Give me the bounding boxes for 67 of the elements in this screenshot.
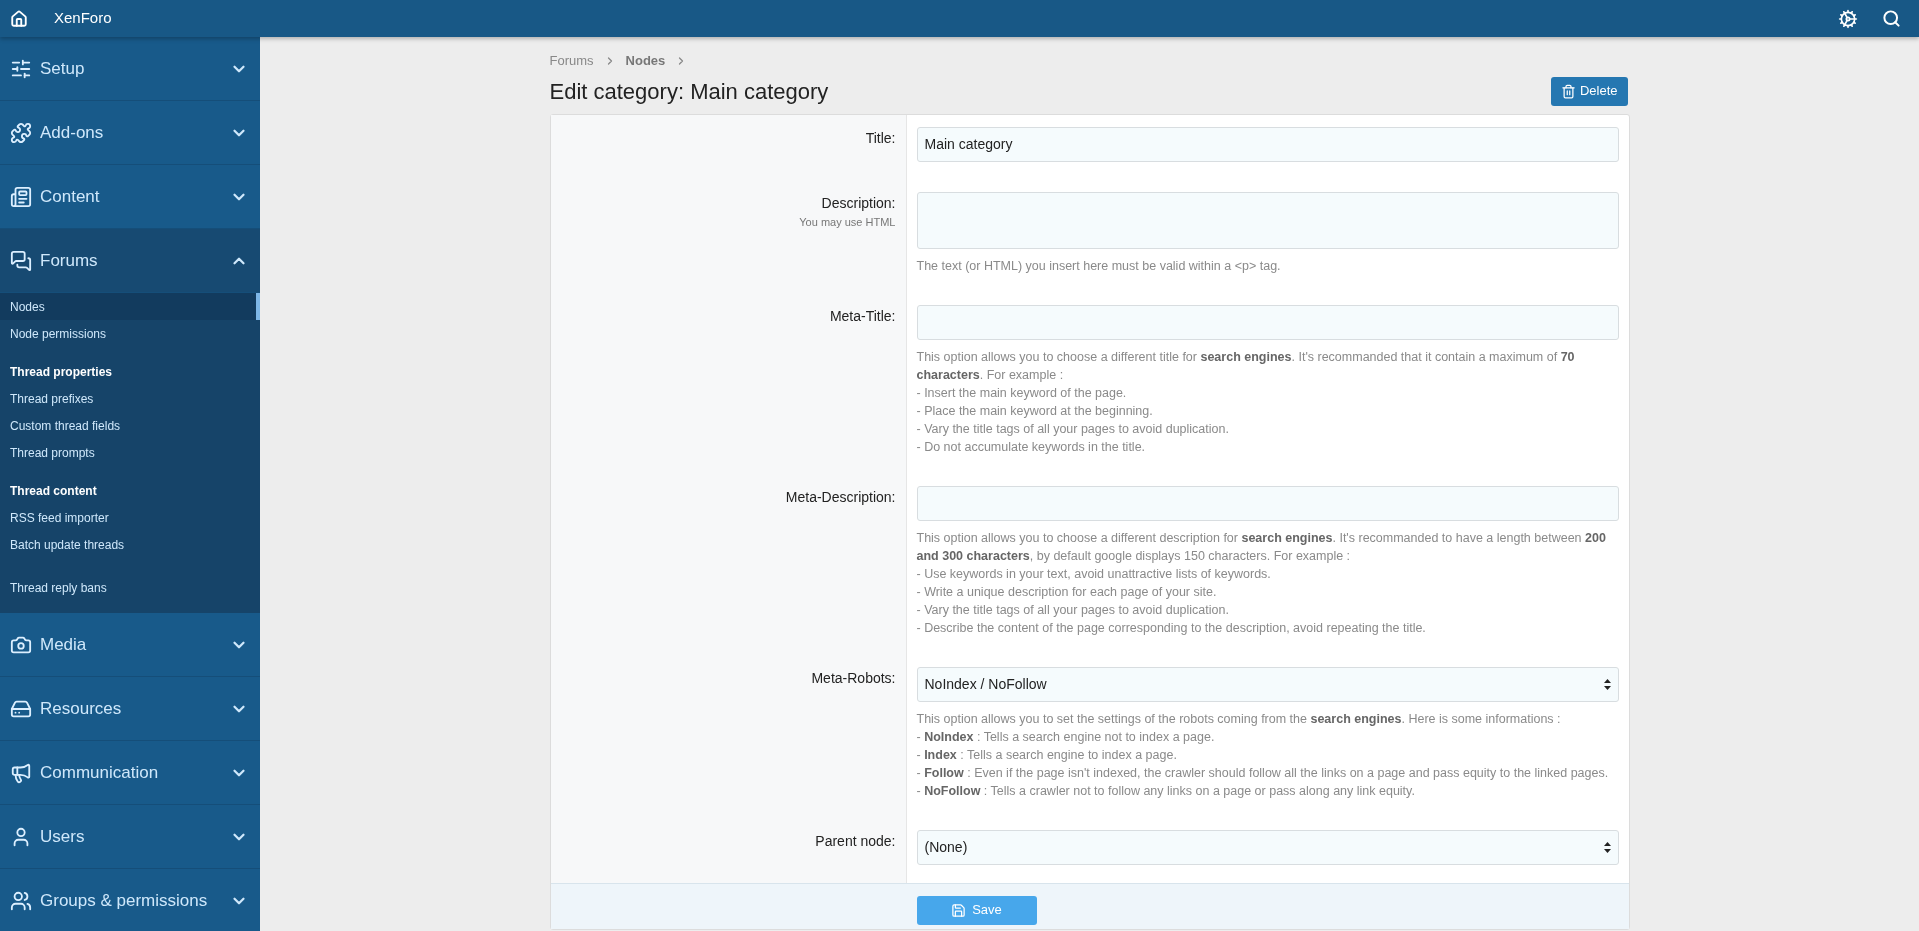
field-explain-text: - NoIndex : Tells a search engine not to index a page. [916, 728, 1216, 746]
field-label: Parent node: [815, 831, 896, 850]
puzzle-icon [10, 121, 32, 144]
field-explain-text: The text (or HTML) you insert here must be valid within a <p> tag. [916, 257, 1282, 275]
field-explain-text: - Vary the title tags of all your pages to avoid duplication. [916, 601, 1230, 619]
field-explain-text: - Describe the content of the page corresponding to the description, avoid repeating the title. [916, 619, 1427, 637]
sidebar-group-heading: Thread properties [9, 364, 114, 381]
field-hint: You may use HTML [799, 214, 896, 230]
sidebar-link[interactable]: Thread reply bans [0, 574, 260, 601]
chat-bubbles-icon [10, 249, 32, 272]
field-explain-text: This option allows you to choose a different title for search engines. It's recommanded that it contain a maximum of 70 characters. For example : [916, 348, 1576, 384]
page-title: Edit category: Main category [549, 77, 829, 106]
sidebar-section-label: Media [40, 633, 87, 656]
field-explain-text: This option allows you to choose a different description for search engines. It's recommanded to have a length between 200 and 300 characters, by default google displays 150 characters. For example : [916, 529, 1607, 565]
field-label: Meta-Description: [785, 487, 896, 506]
field-explain-text: - NoFollow : Tells a crawler not to follow any links on a page or pass along any link equity. [916, 782, 1416, 800]
delete-button[interactable]: Delete [1550, 76, 1628, 106]
sliders-icon [10, 57, 32, 80]
text-field[interactable]: Main category [916, 126, 1619, 162]
field-explain-text: - Place the main keyword at the beginning. [916, 402, 1154, 420]
sidebar-section-label: Users [40, 825, 85, 848]
field-label: Description: [821, 193, 896, 212]
sidebar-section-header[interactable]: Groups & permissions [0, 869, 260, 931]
select-field[interactable]: (None) [916, 829, 1619, 865]
text-field[interactable] [916, 304, 1619, 340]
field-explain-text: - Write a unique description for each page of your site. [916, 583, 1218, 601]
sidebar-section-label: Setup [40, 57, 85, 80]
sidebar-link[interactable]: Thread prompts [0, 439, 260, 466]
sidebar-section-header[interactable]: Forums [0, 229, 260, 293]
trash-icon [1560, 83, 1576, 99]
settings-icon[interactable] [1838, 8, 1858, 29]
field-explain-text: - Insert the main keyword of the page. [916, 384, 1128, 402]
users-icon [10, 889, 32, 912]
newspaper-icon [10, 185, 32, 208]
field-explain-text: - Use keywords in your text, avoid unattractive lists of keywords. [916, 565, 1272, 583]
sidebar-link[interactable]: Custom thread fields [0, 412, 260, 439]
select-arrows-icon [1603, 678, 1611, 690]
sidebar-link[interactable]: Batch update threads [0, 531, 260, 558]
sidebar-group-heading: Thread content [9, 483, 98, 500]
sidebar-link[interactable]: Nodes [0, 293, 260, 320]
text-field[interactable] [916, 485, 1619, 521]
field-label: Meta-Robots: [811, 668, 896, 687]
field-label: Meta-Title: [829, 306, 896, 325]
field-explain-text: - Vary the title tags of all your pages to avoid duplication. [916, 420, 1230, 438]
sidebar-section-label: Add-ons [40, 121, 104, 144]
sidebar-link[interactable]: Thread prefixes [0, 385, 260, 412]
field-explain-text: This option allows you to set the settings of the robots coming from the search engines. Here is some informations : [916, 710, 1562, 728]
textarea-field[interactable] [916, 191, 1619, 249]
sidebar-link[interactable]: Node permissions [0, 320, 260, 347]
sidebar-section-label: Communication [40, 761, 159, 784]
select-field[interactable]: NoIndex / NoFollow [916, 666, 1619, 702]
field-label: Title: [865, 128, 896, 147]
field-explain-text: - Index : Tells a search engine to index a page. [916, 746, 1178, 764]
breadcrumb-link[interactable]: Nodes [625, 51, 666, 71]
field-explain-text: - Do not accumulate keywords in the title. [916, 438, 1147, 456]
sidebar-section-label: Forums [40, 249, 98, 272]
field-explain-text: - Follow : Even if the page isn't indexed, the crawler should follow all the links on a page and pass equity to the linked pages. [916, 764, 1610, 782]
select-arrows-icon [1603, 841, 1611, 853]
search-icon[interactable] [1882, 9, 1901, 28]
app-title[interactable]: XenForo [54, 7, 112, 30]
megaphone-icon [10, 761, 32, 784]
home-icon[interactable] [10, 9, 28, 28]
save-icon [951, 902, 967, 918]
sidebar-section-label: Resources [40, 697, 122, 720]
sidebar-section-label: Content [40, 185, 100, 208]
sidebar-link[interactable]: RSS feed importer [0, 504, 260, 531]
sidebar-section-label: Groups & permissions [40, 889, 208, 912]
